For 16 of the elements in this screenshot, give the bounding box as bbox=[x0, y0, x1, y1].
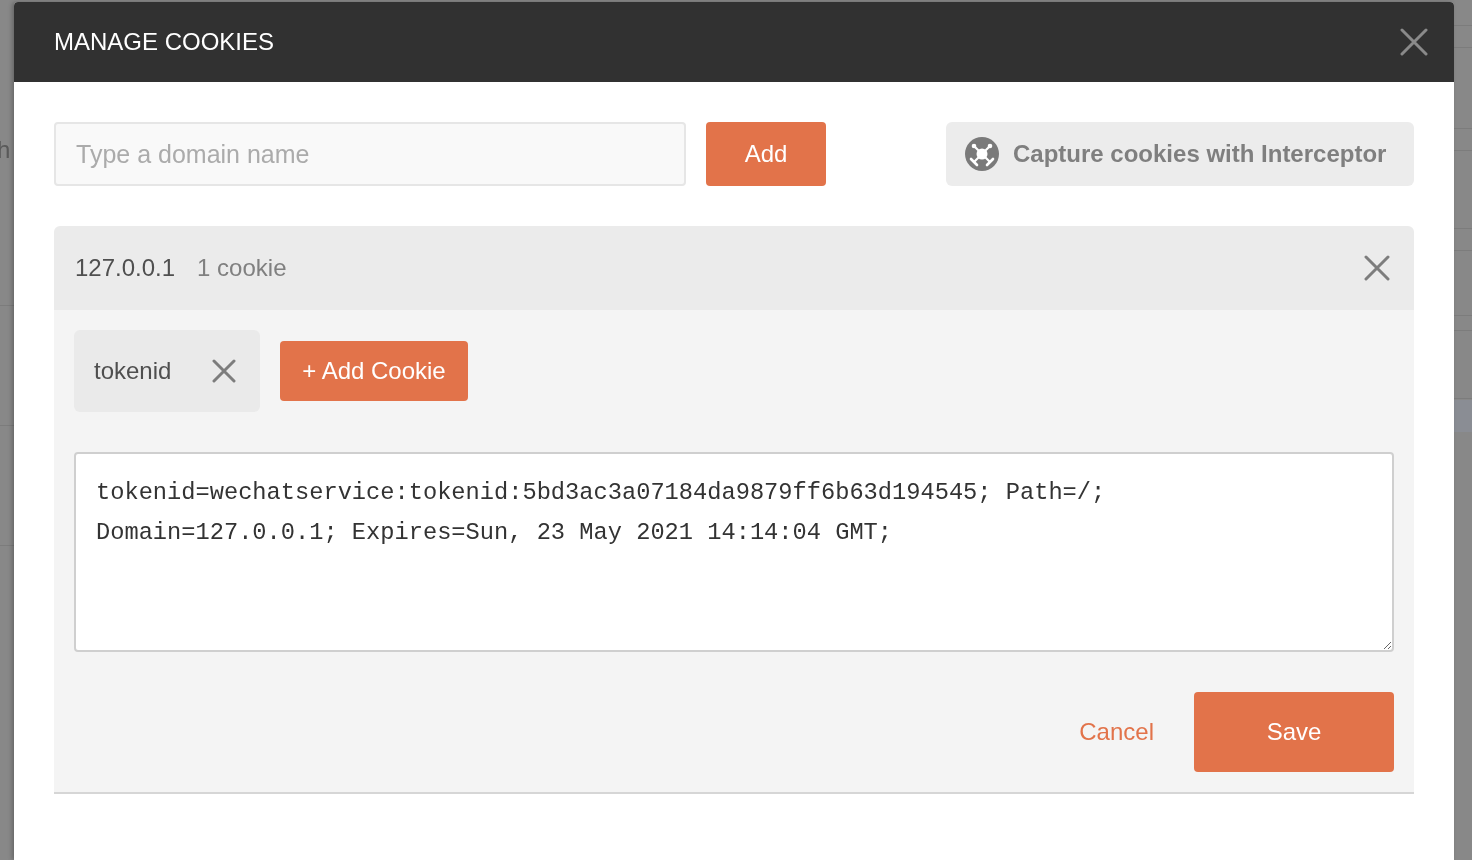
domain-input[interactable]: Type a domain name bbox=[54, 122, 686, 186]
add-button[interactable]: Add bbox=[706, 122, 826, 186]
dialog-title: MANAGE COOKIES bbox=[54, 27, 275, 57]
domain-name: 127.0.0.1 bbox=[75, 253, 176, 283]
close-icon[interactable] bbox=[1364, 255, 1390, 281]
cookie-count: 1 cookie bbox=[197, 253, 287, 283]
save-button[interactable]: Save bbox=[1194, 692, 1394, 772]
satellite-icon bbox=[965, 137, 999, 171]
cookie-tab[interactable]: tokenid bbox=[74, 330, 260, 412]
close-icon[interactable] bbox=[212, 359, 236, 383]
close-icon[interactable] bbox=[1400, 28, 1428, 56]
capture-button[interactable]: Capture cookies with Interceptor bbox=[946, 122, 1414, 186]
background-panel bbox=[1454, 400, 1472, 432]
cancel-link[interactable]: Cancel bbox=[1079, 714, 1154, 750]
cookie-editor[interactable]: tokenid=wechatservice:tokenid:5bd3ac3a07184da9879ff6b63d194545; Path=/; Domain=127.0.0.1; Expires=Sun, 23 May 2021 14:14:04 GMT; bbox=[74, 452, 1394, 652]
add-cookie-button[interactable]: + Add Cookie bbox=[280, 341, 468, 401]
